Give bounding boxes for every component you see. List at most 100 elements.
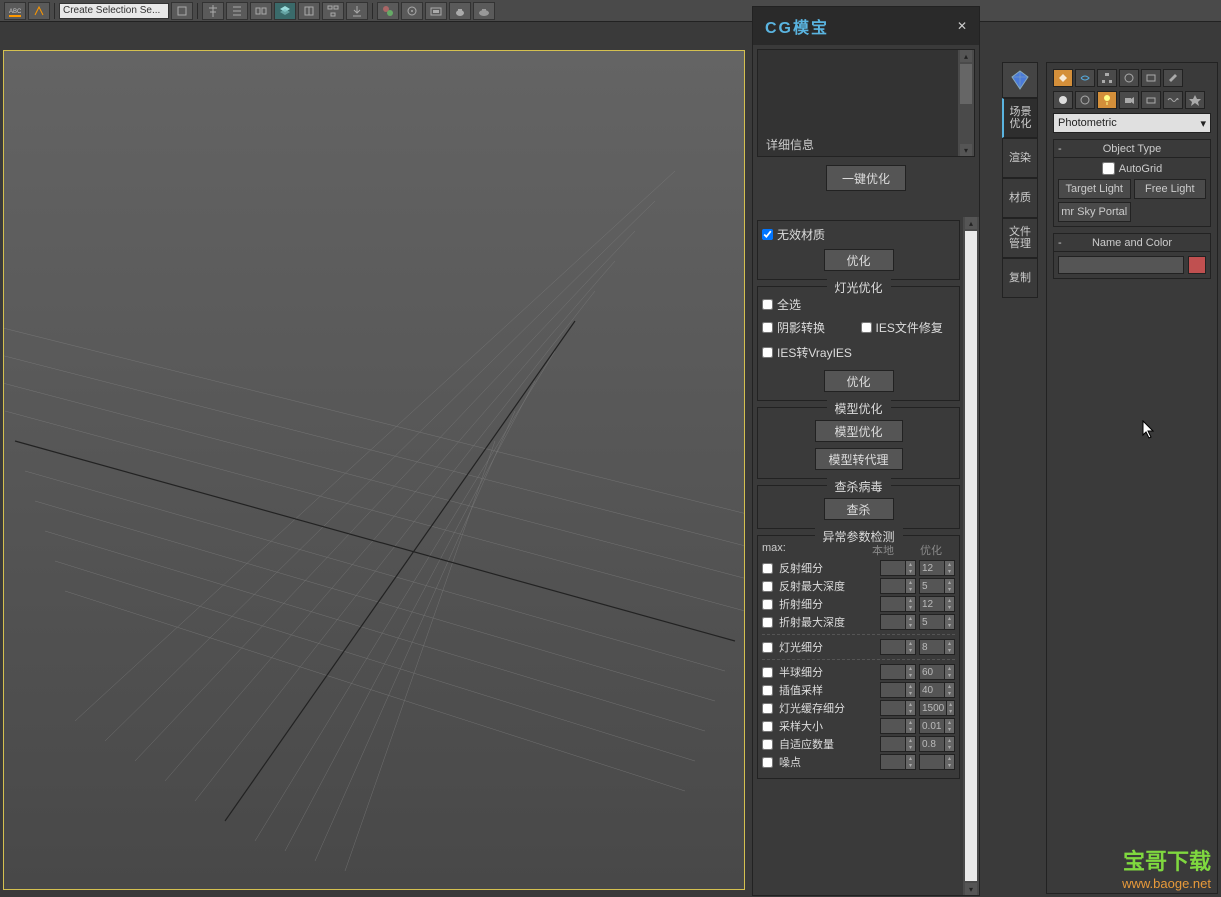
side-tab[interactable]: 场景 优化 (1002, 98, 1038, 138)
systems-cat-icon[interactable] (1185, 91, 1205, 109)
param-checkbox[interactable] (762, 685, 773, 696)
tool-btn-3[interactable] (171, 2, 193, 20)
geometry-cat-icon[interactable] (1053, 91, 1073, 109)
ies-to-vray-check[interactable]: IES转VrayIES (762, 344, 857, 361)
lights-cat-icon[interactable] (1097, 91, 1117, 109)
one-click-optimize-button[interactable]: 一键优化 (826, 165, 906, 191)
cameras-cat-icon[interactable] (1119, 91, 1139, 109)
param-opt-spinner[interactable]: 0.01▴▾ (919, 718, 955, 734)
param-local-spinner[interactable]: ▴▾ (880, 614, 916, 630)
detail-scrollbar[interactable]: ▴ ▾ (958, 50, 974, 156)
param-checkbox[interactable] (762, 617, 773, 628)
model-to-proxy-button[interactable]: 模型转代理 (815, 448, 903, 470)
align-tool-2[interactable] (226, 2, 248, 20)
panel-scrollbar[interactable]: ▴ ▾ (963, 217, 979, 895)
invalid-material-checkbox[interactable] (762, 229, 773, 240)
scroll-up-icon[interactable]: ▴ (965, 217, 977, 229)
ies-to-vray-checkbox[interactable] (762, 347, 773, 358)
param-opt-spinner[interactable]: 40▴▾ (919, 682, 955, 698)
param-local-spinner[interactable]: ▴▾ (880, 754, 916, 770)
side-tab[interactable]: 复制 (1002, 258, 1038, 298)
scroll-track[interactable] (965, 231, 977, 881)
teapot-tool-2[interactable] (473, 2, 495, 20)
param-checkbox[interactable] (762, 721, 773, 732)
teapot-tool-1[interactable] (449, 2, 471, 20)
ies-fix-checkbox[interactable] (861, 322, 872, 333)
helpers-cat-icon[interactable] (1141, 91, 1161, 109)
param-local-spinner[interactable]: ▴▾ (880, 682, 916, 698)
side-tab[interactable]: 渲染 (1002, 138, 1038, 178)
material-optimize-button[interactable]: 优化 (824, 249, 894, 271)
param-local-spinner[interactable]: ▴▾ (880, 736, 916, 752)
render-frame-tool[interactable] (425, 2, 447, 20)
ies-fix-check[interactable]: IES文件修复 (861, 319, 956, 336)
hierarchy-tab-icon[interactable] (1097, 69, 1117, 87)
param-checkbox[interactable] (762, 703, 773, 714)
param-opt-spinner[interactable]: ▴▾ (919, 754, 955, 770)
create-tab-icon[interactable] (1053, 69, 1073, 87)
schematic-tool[interactable] (322, 2, 344, 20)
shapes-cat-icon[interactable] (1075, 91, 1095, 109)
invalid-material-check[interactable]: 无效材质 (762, 226, 955, 243)
side-tab[interactable]: 文件 管理 (1002, 218, 1038, 258)
utilities-tab-icon[interactable] (1163, 69, 1183, 87)
object-name-input[interactable] (1058, 256, 1184, 274)
param-checkbox[interactable] (762, 642, 773, 653)
param-checkbox[interactable] (762, 581, 773, 592)
param-opt-spinner[interactable]: 5▴▾ (919, 578, 955, 594)
scroll-down-icon[interactable]: ▾ (965, 883, 977, 895)
virus-scan-button[interactable]: 查杀 (824, 498, 894, 520)
param-opt-spinner[interactable]: 8▴▾ (919, 639, 955, 655)
object-type-button[interactable]: Free Light (1134, 179, 1207, 199)
param-checkbox[interactable] (762, 667, 773, 678)
autogrid-checkbox[interactable] (1102, 162, 1115, 175)
param-opt-spinner[interactable]: 12▴▾ (919, 596, 955, 612)
param-opt-spinner[interactable]: 1500▴▾ (919, 700, 955, 716)
scroll-down-icon[interactable]: ▾ (960, 144, 972, 156)
render-setup-tool[interactable] (401, 2, 423, 20)
layer-tool[interactable] (274, 2, 296, 20)
object-type-button[interactable]: Target Light (1058, 179, 1131, 199)
param-local-spinner[interactable]: ▴▾ (880, 596, 916, 612)
param-local-spinner[interactable]: ▴▾ (880, 639, 916, 655)
param-checkbox[interactable] (762, 757, 773, 768)
cg-panel-titlebar[interactable]: CG模宝 ✕ (753, 7, 979, 45)
motion-tab-icon[interactable] (1119, 69, 1139, 87)
scroll-thumb[interactable] (960, 64, 972, 104)
shadow-convert-checkbox[interactable] (762, 322, 773, 333)
scroll-up-icon[interactable]: ▴ (960, 50, 972, 62)
download-tool[interactable] (346, 2, 368, 20)
tool-btn-1[interactable]: ABC (4, 2, 26, 20)
name-color-header[interactable]: - Name and Color (1054, 234, 1210, 252)
close-icon[interactable]: ✕ (957, 19, 967, 33)
tool-btn-2[interactable] (28, 2, 50, 20)
tool-btn-g[interactable] (298, 2, 320, 20)
plugin-logo-icon[interactable] (1002, 62, 1038, 98)
param-local-spinner[interactable]: ▴▾ (880, 578, 916, 594)
param-local-spinner[interactable]: ▴▾ (880, 560, 916, 576)
object-type-header[interactable]: - Object Type (1054, 140, 1210, 158)
param-checkbox[interactable] (762, 563, 773, 574)
param-opt-spinner[interactable]: 12▴▾ (919, 560, 955, 576)
select-all-checkbox[interactable] (762, 299, 773, 310)
light-optimize-button[interactable]: 优化 (824, 370, 894, 392)
param-opt-spinner[interactable]: 0.8▴▾ (919, 736, 955, 752)
viewport-perspective[interactable] (3, 50, 745, 890)
align-tool-1[interactable] (202, 2, 224, 20)
param-checkbox[interactable] (762, 599, 773, 610)
param-local-spinner[interactable]: ▴▾ (880, 700, 916, 716)
param-local-spinner[interactable]: ▴▾ (880, 718, 916, 734)
param-local-spinner[interactable]: ▴▾ (880, 664, 916, 680)
param-checkbox[interactable] (762, 739, 773, 750)
shadow-convert-check[interactable]: 阴影转换 (762, 319, 857, 336)
object-color-swatch[interactable] (1188, 256, 1206, 274)
modify-tab-icon[interactable] (1075, 69, 1095, 87)
select-all-check[interactable]: 全选 (762, 296, 955, 313)
category-dropdown[interactable]: Photometric ▾ (1053, 113, 1211, 133)
spacewarps-cat-icon[interactable] (1163, 91, 1183, 109)
align-tool-3[interactable] (250, 2, 272, 20)
object-type-button[interactable]: mr Sky Portal (1058, 202, 1131, 222)
param-opt-spinner[interactable]: 5▴▾ (919, 614, 955, 630)
material-tool[interactable] (377, 2, 399, 20)
param-opt-spinner[interactable]: 60▴▾ (919, 664, 955, 680)
